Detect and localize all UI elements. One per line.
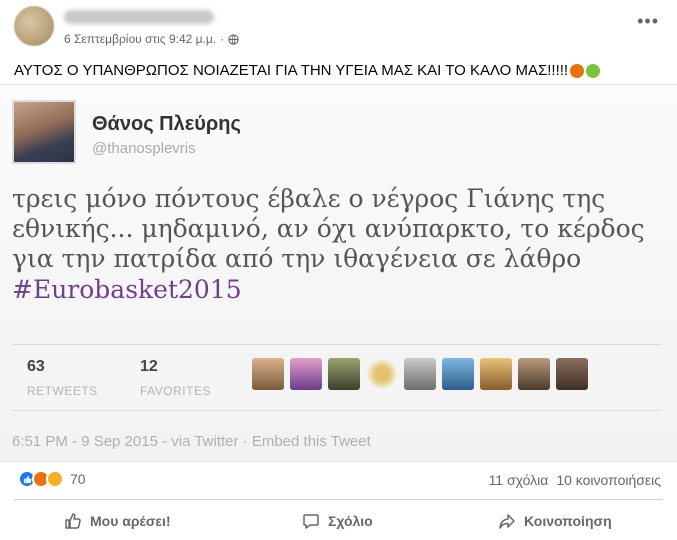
favoriter-avatar <box>556 358 588 390</box>
retweets-label: RETWEETS <box>27 384 98 398</box>
tweet-author-handle: @thanosplevris <box>92 140 196 157</box>
like-button[interactable]: Μου αρέσει! <box>64 505 171 537</box>
reactions-summary[interactable]: 70 <box>18 470 86 488</box>
like-button-label: Μου αρέσει! <box>90 513 171 529</box>
favoriter-avatar <box>518 358 550 390</box>
favoriter-avatar <box>290 358 322 390</box>
comment-button[interactable]: Σχόλιο <box>302 505 373 537</box>
favoriter-avatar <box>480 358 512 390</box>
author-avatar[interactable] <box>14 6 54 46</box>
tweet-author-name: Θάνος Πλεύρης <box>92 113 241 135</box>
angry-face-emoji-icon <box>570 63 585 78</box>
author-name-blurred[interactable] <box>64 10 214 24</box>
tweet-hashtag: #Eurobasket2015 <box>12 275 242 304</box>
tweet-favorites-stat: 12 FAVORITES <box>140 358 211 398</box>
engagement-counts: 11 σχόλια 10 κοινοποιήσεις <box>489 472 661 488</box>
comment-button-label: Σχόλιο <box>328 513 373 529</box>
thumbs-up-icon <box>65 513 81 529</box>
post-timestamp[interactable]: 6 Σεπτεμβρίου στις 9:42 μ.μ. <box>64 32 216 46</box>
globe-icon <box>228 33 239 45</box>
tweet-profile-photo <box>12 100 76 164</box>
comment-icon <box>303 514 319 529</box>
favoriter-avatar <box>252 358 284 390</box>
post-header: 6 Σεπτεμβρίου στις 9:42 μ.μ. · ••• <box>0 0 677 56</box>
tweet-divider <box>12 344 662 345</box>
comments-count-link[interactable]: 11 σχόλια <box>489 472 549 488</box>
tweet-body-line: τρεις μόνο πόντους έβαλε ο νέγρος Γιάνης… <box>12 184 606 213</box>
haha-reaction-icon <box>46 470 64 488</box>
tweet-retweets-stat: 63 RETWEETS <box>27 358 98 398</box>
shares-count-link[interactable]: 10 κοινοποιήσεις <box>556 472 661 488</box>
favoriter-avatar <box>366 358 398 390</box>
favoriter-avatars <box>252 358 588 390</box>
actions-divider <box>14 499 663 500</box>
post-text: ΑΥΤΟΣ Ο ΥΠΑΝΘΡΩΠΟΣ ΝΟΙΑΖΕΤΑΙ ΓΙΑ ΤΗΝ ΥΓΕ… <box>14 62 601 79</box>
share-button-label: Κοινοποίηση <box>524 513 612 529</box>
meta-separator: · <box>220 32 225 46</box>
favorites-count: 12 <box>140 358 158 375</box>
share-button[interactable]: Κοινοποίηση <box>498 505 612 537</box>
retweets-count: 63 <box>27 358 45 375</box>
more-horizontal-icon[interactable]: ••• <box>637 12 659 30</box>
tweet-body-line: για την πατρίδα από την ιθαγένεια σε λάθ… <box>12 244 582 273</box>
tweet-body-line: εθνικής... μηδαμινό, αν όχι ανύπαρκτο, τ… <box>12 214 645 243</box>
tweet-footer: 6:51 PM - 9 Sep 2015 - via Twitter · Emb… <box>12 433 371 450</box>
post-text-content: ΑΥΤΟΣ Ο ΥΠΑΝΘΡΩΠΟΣ ΝΟΙΑΖΕΤΑΙ ΓΙΑ ΤΗΝ ΥΓΕ… <box>14 62 569 79</box>
tweet-body: τρεις μόνο πόντους έβαλε ο νέγρος Γιάνης… <box>12 184 662 306</box>
favoriter-avatar <box>404 358 436 390</box>
favorites-label: FAVORITES <box>140 384 211 398</box>
nauseated-face-emoji-icon <box>586 63 601 78</box>
reaction-count: 70 <box>70 471 86 487</box>
share-icon <box>499 514 515 529</box>
favoriter-avatar <box>442 358 474 390</box>
favoriter-avatar <box>328 358 360 390</box>
tweet-divider <box>12 410 662 411</box>
post-meta: 6 Σεπτεμβρίου στις 9:42 μ.μ. · <box>64 32 239 46</box>
